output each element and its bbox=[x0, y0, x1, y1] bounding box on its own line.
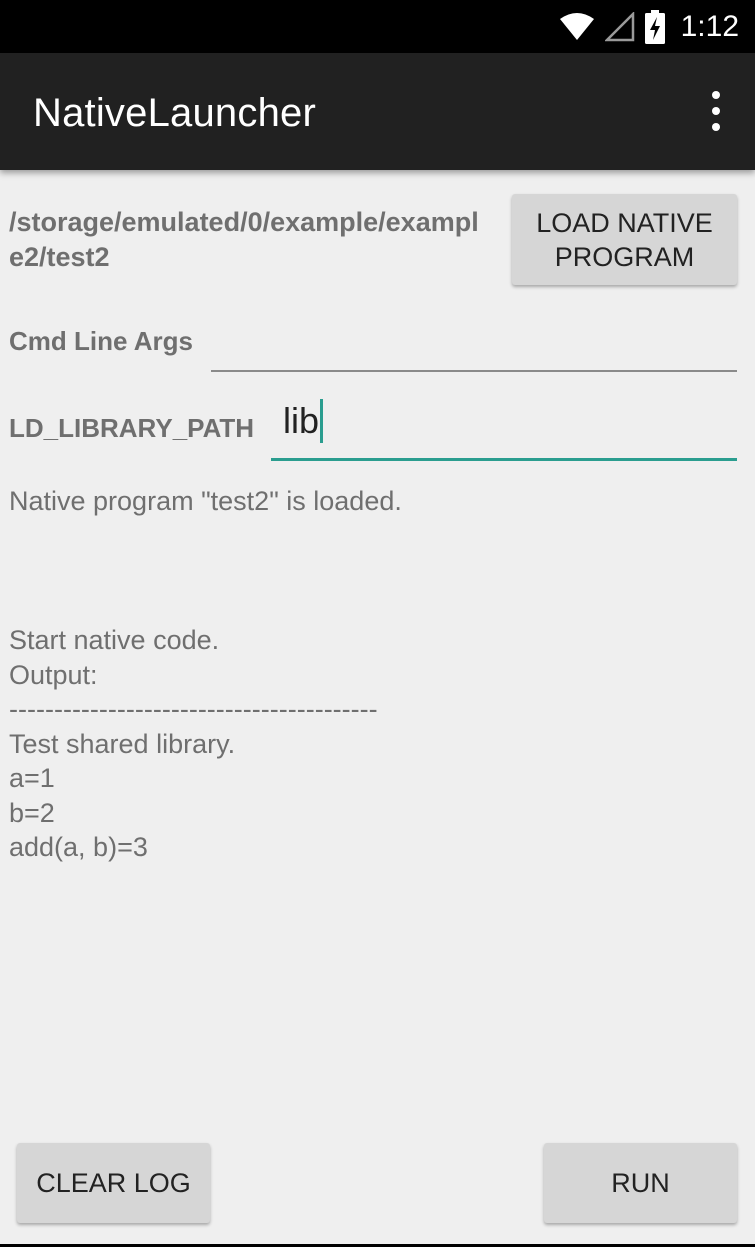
program-path: /storage/emulated/0/example/example2/tes… bbox=[9, 207, 479, 272]
log-line: Start native code. bbox=[9, 625, 220, 655]
battery-charging-icon bbox=[644, 10, 665, 44]
ld-library-path-value: lib bbox=[283, 400, 320, 441]
app-bar: NativeLauncher bbox=[0, 53, 755, 170]
status-bar: 1:12 bbox=[0, 0, 755, 53]
ld-library-path-input[interactable] bbox=[271, 395, 737, 461]
log-output: Start native code. Output: -------------… bbox=[9, 623, 729, 865]
app-title: NativeLauncher bbox=[33, 91, 316, 135]
log-line: Test shared library. bbox=[9, 728, 236, 759]
log-line: a=1 bbox=[9, 763, 55, 793]
wifi-icon bbox=[559, 13, 594, 40]
clear-log-button[interactable]: CLEAR LOG bbox=[17, 1143, 210, 1223]
screen: 1:12 NativeLauncher /storage/emulated/0/… bbox=[0, 0, 755, 1247]
overflow-menu-icon[interactable] bbox=[705, 91, 727, 131]
overflow-dot bbox=[712, 107, 720, 115]
status-time: 1:12 bbox=[680, 10, 739, 43]
status-message: Native program "test2" is loaded. bbox=[9, 486, 402, 516]
ld-library-path-label: LD_LIBRARY_PATH bbox=[9, 413, 255, 443]
cmd-line-args-label: Cmd Line Args bbox=[9, 326, 193, 356]
ld-library-path-value-wrap: lib bbox=[283, 399, 324, 443]
overflow-dot bbox=[712, 123, 720, 131]
cell-signal-icon bbox=[604, 12, 634, 42]
load-native-program-button[interactable]: LOAD NATIVE PROGRAM bbox=[512, 194, 737, 285]
run-button[interactable]: RUN bbox=[544, 1143, 737, 1223]
cmd-line-args-input[interactable] bbox=[211, 316, 737, 372]
log-line: add(a, b)=3 bbox=[9, 832, 148, 862]
overflow-dot bbox=[712, 91, 720, 99]
text-caret bbox=[320, 399, 324, 443]
log-line: Output: bbox=[9, 659, 98, 690]
log-line: b=2 bbox=[9, 797, 55, 828]
log-line: ----------------------------------------… bbox=[9, 694, 378, 724]
status-icons: 1:12 bbox=[559, 6, 739, 48]
